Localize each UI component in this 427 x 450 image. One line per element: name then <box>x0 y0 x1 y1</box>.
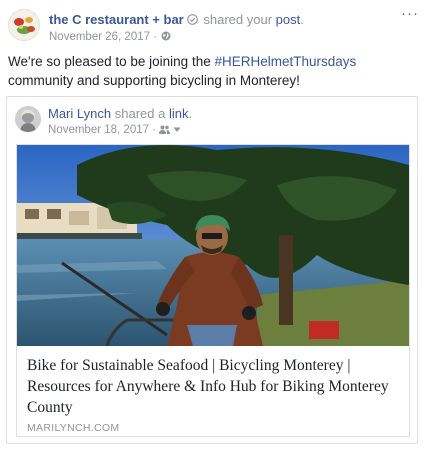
shared-action-text: shared a <box>114 106 166 121</box>
shared-action-text: shared your <box>203 12 273 27</box>
link-preview-image[interactable] <box>17 145 409 346</box>
shared-meta: November 18, 2017 · <box>48 123 181 137</box>
post-meta: November 26, 2017 · <box>49 30 171 44</box>
author-avatar[interactable] <box>15 106 41 132</box>
hashtag-link[interactable]: #HERHelmetThursdays <box>214 54 356 69</box>
link-domain: MARILYNCH.COM <box>27 422 120 434</box>
link-title[interactable]: Bike for Sustainable Seafood | Bicycling… <box>27 355 399 418</box>
shared-post-date[interactable]: November 18, 2017 <box>48 124 149 136</box>
globe-icon[interactable] <box>161 31 171 41</box>
period: . <box>188 106 193 121</box>
shared-link-link[interactable]: link <box>169 106 189 121</box>
check-circle-icon <box>186 14 198 25</box>
more-options-button[interactable]: ··· <box>401 6 419 21</box>
post-message: We're so pleased to be joining the #HERH… <box>8 52 413 90</box>
friends-icon[interactable] <box>159 125 171 134</box>
post-date[interactable]: November 26, 2017 <box>49 31 150 43</box>
shared-header: Mari Lynch shared a link. <box>48 106 192 122</box>
link-preview[interactable]: Bike for Sustainable Seafood | Bicycling… <box>16 144 410 437</box>
author-name-link[interactable]: Mari Lynch <box>48 106 111 121</box>
shared-post-link[interactable]: post <box>276 12 301 27</box>
page-name-link[interactable]: the C restaurant + bar <box>49 12 184 27</box>
meta-separator: · <box>152 124 160 136</box>
period: . <box>300 12 304 27</box>
chevron-down-icon[interactable] <box>173 127 181 133</box>
meta-separator: · <box>153 31 161 43</box>
post-text-end: community and supporting bicycling in Mo… <box>8 73 300 88</box>
post-header: the C restaurant + bar shared your post. <box>49 11 304 28</box>
page-avatar[interactable] <box>8 9 40 41</box>
shared-post-card: Mari Lynch shared a link. November 18, 2… <box>6 96 418 444</box>
post-text-start: We're so pleased to be joining the <box>8 54 215 69</box>
facebook-post: the C restaurant + bar shared your post.… <box>0 0 427 450</box>
